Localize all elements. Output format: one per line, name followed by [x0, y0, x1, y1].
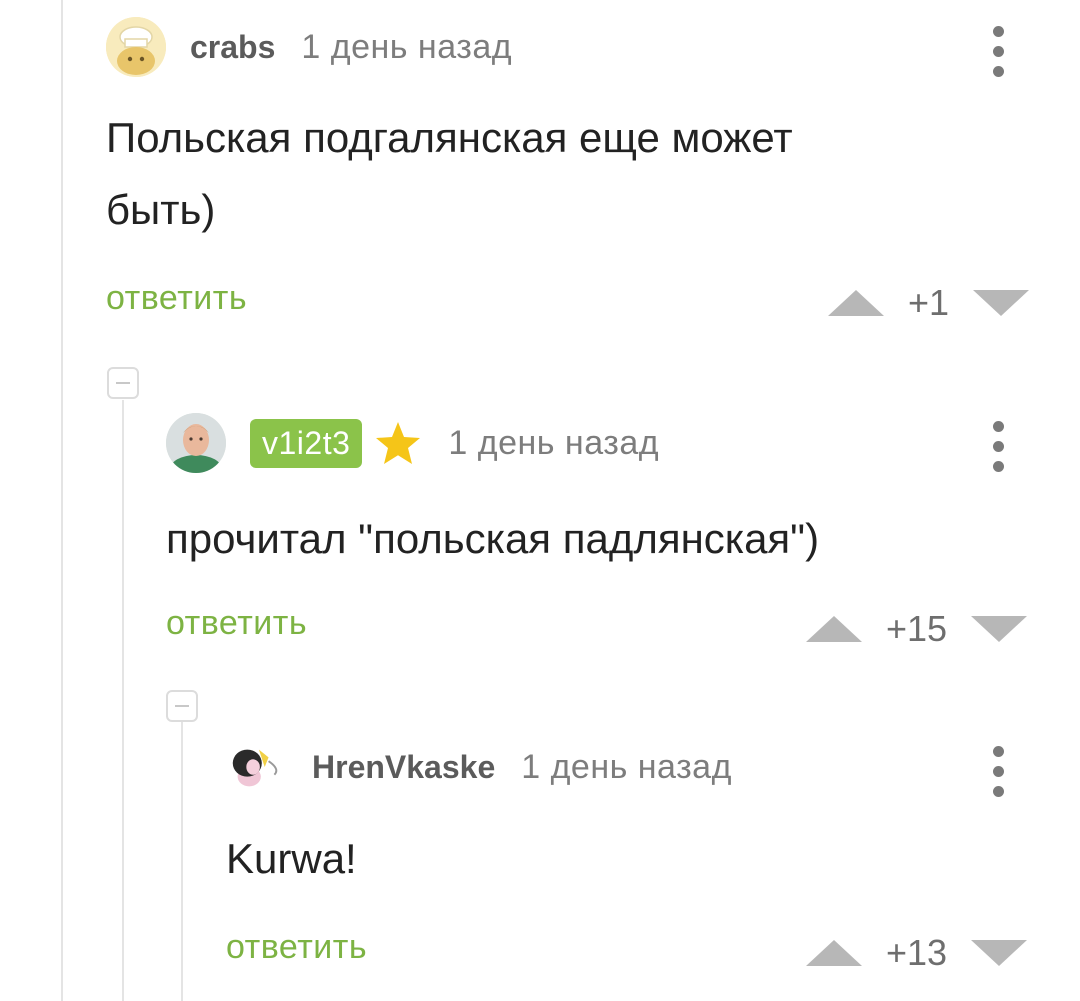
thread-line-level-0 — [61, 0, 63, 1001]
username[interactable]: HrenVkaske — [312, 749, 495, 786]
downvote-icon[interactable] — [973, 290, 1030, 316]
timestamp: 1 день назад — [521, 747, 732, 786]
vote-controls: +1 — [828, 282, 1030, 324]
upvote-icon[interactable] — [806, 940, 862, 966]
comment-header: v1i2t3 1 день назад — [166, 413, 659, 473]
username[interactable]: crabs — [190, 29, 275, 66]
comment: v1i2t3 1 день назад прочитал "польская п… — [166, 395, 1080, 665]
cartoon-avatar-icon[interactable] — [226, 737, 286, 797]
rating: +1 — [908, 282, 950, 323]
more-options-icon[interactable] — [992, 421, 1004, 472]
more-options-icon[interactable] — [992, 26, 1004, 77]
vote-controls: +13 — [806, 932, 1028, 974]
collapse-thread-button[interactable] — [166, 690, 198, 722]
comment: crabs 1 день назад Польская подгалянская… — [106, 0, 1080, 330]
thread-line-level-2 — [181, 722, 183, 1001]
comment-text: Kurwa! — [226, 835, 357, 882]
downvote-icon[interactable] — [971, 940, 1028, 966]
user-photo-avatar-icon[interactable] — [166, 413, 226, 473]
comment-header: HrenVkaske 1 день назад — [226, 737, 732, 797]
downvote-icon[interactable] — [971, 616, 1028, 642]
comment: HrenVkaske 1 день назад Kurwa! ответить … — [226, 720, 1080, 1001]
upvote-icon[interactable] — [806, 616, 862, 642]
comment-text-line: быть) — [106, 186, 216, 233]
reply-link[interactable]: ответить — [226, 928, 367, 967]
collapse-thread-button[interactable] — [107, 367, 139, 399]
comment-text: Польская подгалянская еще может быть) — [106, 102, 793, 246]
minus-icon — [116, 382, 130, 384]
rating: +15 — [886, 608, 948, 649]
minus-icon — [175, 705, 189, 707]
more-options-icon[interactable] — [992, 746, 1004, 797]
comment-text-line: Польская подгалянская еще может — [106, 114, 793, 161]
timestamp: 1 день назад — [301, 27, 513, 66]
username-badge[interactable]: v1i2t3 — [250, 418, 363, 468]
rating: +13 — [886, 932, 948, 973]
comment-header: crabs 1 день назад — [106, 17, 512, 77]
chef-avatar-icon[interactable] — [106, 17, 166, 77]
reply-link[interactable]: ответить — [106, 279, 247, 318]
comment-text: прочитал "польская падлянская") — [166, 515, 820, 562]
vote-controls: +15 — [806, 608, 1028, 650]
thread-line-level-1 — [122, 400, 124, 1001]
star-icon — [374, 420, 422, 466]
reply-link[interactable]: ответить — [166, 604, 307, 643]
upvote-icon[interactable] — [828, 290, 884, 316]
timestamp: 1 день назад — [448, 423, 660, 462]
